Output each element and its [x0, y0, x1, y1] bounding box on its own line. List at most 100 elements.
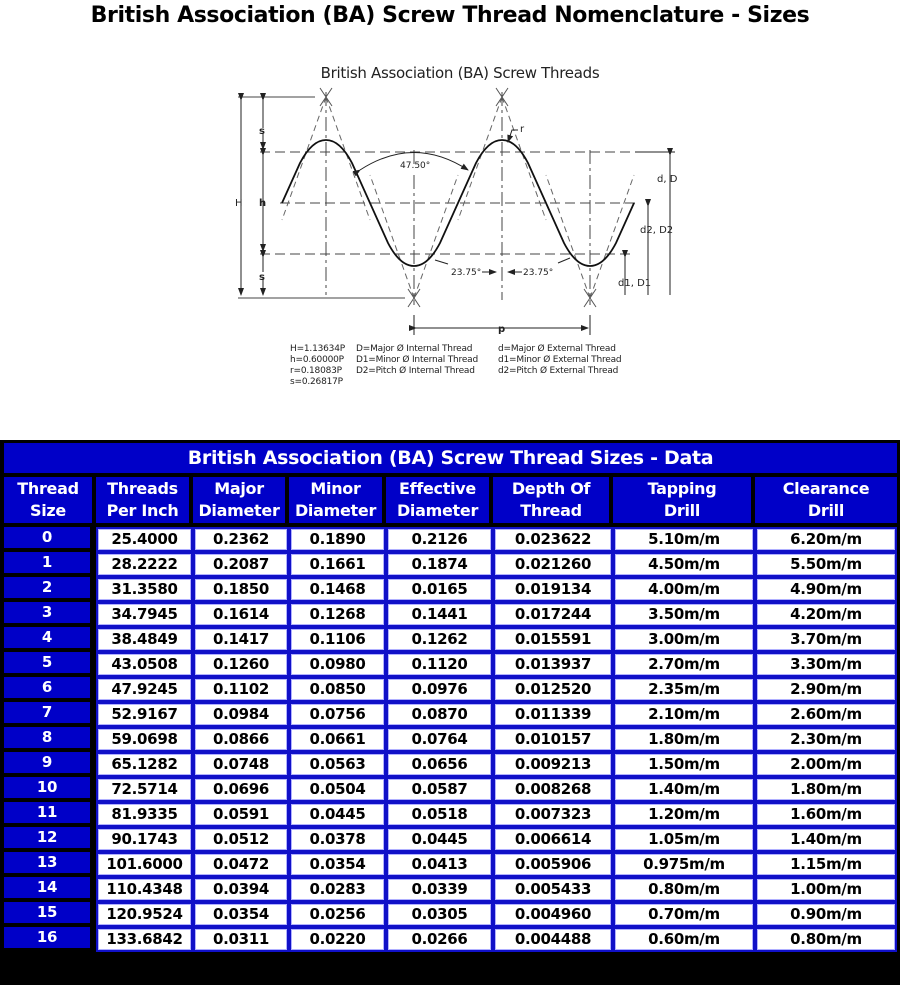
- cell-value: 4.00m/m: [648, 580, 720, 598]
- minor-diameter-cell: 0.0504: [289, 777, 386, 802]
- minor-diameter-cell: 0.0378: [289, 827, 386, 852]
- threads-per-inch-cell: 52.9167: [96, 702, 193, 727]
- label-angle-total: 47.50°: [400, 161, 430, 171]
- column-header-line: Drill: [807, 501, 845, 520]
- cell-value: 7: [41, 703, 53, 721]
- depth-of-thread-cell: 0.012520: [493, 677, 613, 702]
- cell-value: 0.009213: [514, 755, 592, 773]
- cell-value: 0.90m/m: [790, 905, 862, 923]
- minor-diameter-cell: 0.0445: [289, 802, 386, 827]
- cell-value: 0.0866: [212, 730, 270, 748]
- cell-value: 0.60m/m: [648, 930, 720, 948]
- thread-size-cell: 3: [4, 602, 96, 627]
- major-diameter-cell: 0.2362: [193, 527, 289, 552]
- cell-value: 47.9245: [111, 680, 178, 698]
- cell-value: 0.0661: [309, 730, 366, 748]
- cell-value: 0.010157: [514, 730, 592, 748]
- label-angle-left: 23.75°: [451, 268, 481, 278]
- cell-value: 0.0764: [411, 730, 468, 748]
- threads-per-inch-cell: 59.0698: [96, 727, 193, 752]
- major-diameter-cell: 0.0311: [193, 927, 289, 952]
- cell-value: 0.0378: [309, 830, 366, 848]
- cell-value: 110.4348: [106, 880, 183, 898]
- label-major-dia: d, D: [657, 174, 678, 185]
- cell-value: 0.007323: [514, 805, 592, 823]
- column-header-tapping-drill: Tapping Drill: [613, 477, 755, 527]
- table-row: 9 65.1282 0.0748 0.0563 0.0656 0.009213 1.50m/…: [4, 752, 897, 777]
- legend-formula-H: H=1.13634P: [290, 344, 345, 354]
- cell-value: 0.015591: [514, 630, 592, 648]
- threads-per-inch-cell: 65.1282: [96, 752, 193, 777]
- effective-diameter-cell: 0.0165: [386, 577, 493, 602]
- thread-size-cell: 6: [4, 677, 96, 702]
- table-body: 0 25.4000 0.2362 0.1890 0.2126 0.023622 5.10m/…: [4, 527, 897, 952]
- cell-value: 0.0283: [309, 880, 366, 898]
- clearance-drill-cell: 5.50m/m: [755, 552, 897, 577]
- cell-value: 1.40m/m: [790, 830, 862, 848]
- label-angle-right: 23.75°: [523, 268, 553, 278]
- effective-diameter-cell: 0.0587: [386, 777, 493, 802]
- column-header-line: Diameter: [294, 501, 377, 520]
- column-header-threads-per-inch: Threads Per Inch: [96, 477, 193, 527]
- table-row: 7 52.9167 0.0984 0.0756 0.0870 0.011339 2.10m/…: [4, 702, 897, 727]
- major-diameter-cell: 0.0472: [193, 852, 289, 877]
- effective-diameter-cell: 0.2126: [386, 527, 493, 552]
- table-row: 6 47.9245 0.1102 0.0850 0.0976 0.012520 2.35m/…: [4, 677, 897, 702]
- cell-value: 4.50m/m: [648, 555, 720, 573]
- effective-diameter-cell: 0.0764: [386, 727, 493, 752]
- label-r: r: [520, 124, 525, 135]
- threads-per-inch-cell: 110.4348: [96, 877, 193, 902]
- effective-diameter-cell: 0.0656: [386, 752, 493, 777]
- column-header-line: Depth Of: [511, 479, 591, 498]
- cell-value: 3.00m/m: [648, 630, 720, 648]
- minor-diameter-cell: 0.0256: [289, 902, 386, 927]
- cell-value: 4.20m/m: [790, 605, 862, 623]
- cell-value: 1.00m/m: [790, 880, 862, 898]
- cell-value: 81.9335: [111, 805, 178, 823]
- legend-external-minor: d1=Minor Ø External Thread: [498, 355, 622, 365]
- cell-value: 10: [36, 778, 58, 796]
- cell-value: 0.0984: [212, 705, 270, 723]
- cell-value: 2.30m/m: [790, 730, 862, 748]
- cell-value: 0.0413: [411, 855, 468, 873]
- cell-value: 0.1890: [309, 530, 366, 548]
- depth-of-thread-cell: 0.013937: [493, 652, 613, 677]
- thread-diagram: British Association (BA) Screw Threads H…: [220, 60, 700, 400]
- effective-diameter-cell: 0.1874: [386, 552, 493, 577]
- cell-value: 0.2087: [212, 555, 270, 573]
- cell-value: 0.1102: [212, 680, 270, 698]
- cell-value: 0.0305: [411, 905, 468, 923]
- cell-value: 0.1120: [411, 655, 468, 673]
- table-row: 10 72.5714 0.0696 0.0504 0.0587 0.008268 1.40m…: [4, 777, 897, 802]
- major-diameter-cell: 0.0866: [193, 727, 289, 752]
- column-header-line: Thread: [17, 479, 79, 498]
- column-header-line: Diameter: [198, 501, 280, 520]
- legend-formula-r: r=0.18083P: [290, 366, 342, 376]
- cell-value: 90.1743: [111, 830, 178, 848]
- major-diameter-cell: 0.0512: [193, 827, 289, 852]
- cell-value: 1.05m/m: [648, 830, 720, 848]
- column-header-line: Size: [30, 501, 66, 520]
- legend-internal-minor: D1=Minor Ø Internal Thread: [356, 355, 478, 365]
- threads-per-inch-cell: 28.2222: [96, 552, 193, 577]
- cell-value: 15: [36, 903, 58, 921]
- table-caption: British Association (BA) Screw Thread Si…: [4, 443, 897, 477]
- tapping-drill-cell: 2.70m/m: [613, 652, 755, 677]
- thread-size-cell: 8: [4, 727, 96, 752]
- cell-value: 0.1268: [309, 605, 366, 623]
- major-diameter-cell: 0.2087: [193, 552, 289, 577]
- cell-value: 1: [41, 553, 53, 571]
- cell-value: 3.30m/m: [790, 655, 862, 673]
- clearance-drill-cell: 3.30m/m: [755, 652, 897, 677]
- legend-internal-pitch: D2=Pitch Ø Internal Thread: [356, 366, 475, 376]
- major-diameter-cell: 0.0748: [193, 752, 289, 777]
- cell-value: 0.2362: [212, 530, 270, 548]
- column-header-line: Major: [214, 479, 264, 498]
- clearance-drill-cell: 3.70m/m: [755, 627, 897, 652]
- depth-of-thread-cell: 0.015591: [493, 627, 613, 652]
- cell-value: 0.0696: [212, 780, 270, 798]
- cell-value: 0.0504: [309, 780, 366, 798]
- tapping-drill-cell: 5.10m/m: [613, 527, 755, 552]
- threads-per-inch-cell: 38.4849: [96, 627, 193, 652]
- effective-diameter-cell: 0.0339: [386, 877, 493, 902]
